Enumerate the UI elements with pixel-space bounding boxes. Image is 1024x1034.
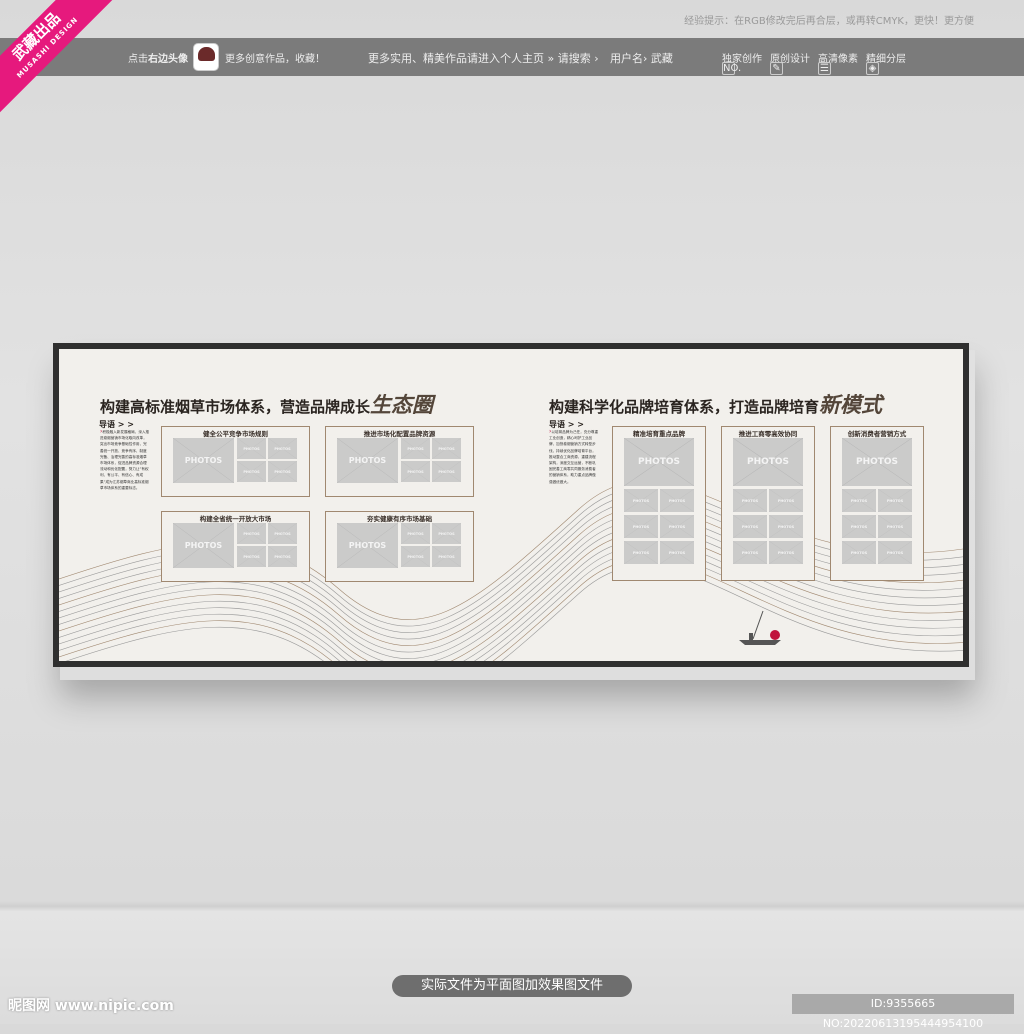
- display-board: 构建高标准烟草市场体系，营造品牌成长生态圈 导语 > > ›积极融入新发展格局，…: [53, 343, 969, 667]
- more-works-text: 更多创意作品，收藏！: [225, 54, 325, 65]
- photo-placeholder: PHOTOS: [624, 438, 694, 486]
- user-link[interactable]: 用户名› 武藏: [610, 50, 673, 66]
- photo-placeholder: PHOTOS: [660, 489, 694, 512]
- photo-placeholder: PHOTOS: [842, 438, 912, 486]
- photo-panel: 构建全省统一开放大市场 PHOTOS PHOTOS PHOTOS PHOTOS PHOTO…: [161, 511, 310, 582]
- right-title: 构建科学化品牌培育体系，打造品牌培育新模式: [549, 393, 883, 417]
- photo-placeholder: PHOTOS: [268, 523, 297, 544]
- photo-placeholder: PHOTOS: [733, 515, 767, 538]
- photo-placeholder: PHOTOS: [660, 541, 694, 564]
- photo-placeholder: PHOTOS: [337, 523, 398, 568]
- click-hint: 点击右边头像: [128, 54, 188, 65]
- layers-icon: ◈: [866, 62, 879, 75]
- photo-placeholder: PHOTOS: [842, 515, 876, 538]
- photo-panel: 夯实健康有序市场基础 PHOTOS PHOTOS PHOTOS PHOTOS PHOTOS: [325, 511, 474, 582]
- panel-title: 创新消费者营销方式: [841, 430, 913, 438]
- panel-title: 构建全省统一开放大市场: [193, 515, 278, 523]
- photo-placeholder: PHOTOS: [842, 489, 876, 512]
- photo-placeholder: PHOTOS: [401, 438, 430, 459]
- photo-placeholder: PHOTOS: [237, 461, 266, 482]
- photo-placeholder: PHOTOS: [173, 438, 234, 483]
- badge-0: NO. 独家创作: [722, 54, 762, 75]
- photo-placeholder: PHOTOS: [268, 546, 297, 567]
- badge-2: ☰ 高清像素: [818, 54, 858, 75]
- right-intro: ›以培育品牌为己任，充分尊重工业创造，精心呵护工业品牌，加快卷烟营销方式转型步伐…: [549, 428, 599, 484]
- top-banner: 点击右边头像 更多创意作品，收藏！ 更多实用、精美作品请进入个人主页 » 请搜索…: [0, 38, 1024, 76]
- photo-placeholder: PHOTOS: [624, 541, 658, 564]
- left-intro: ›积极融入新发展格局，深入推进卷烟营销市场化取向改革，突出市场竞争基础性作用，完…: [100, 428, 150, 490]
- site-logo: 昵图网 www.nipic.com: [8, 998, 174, 1014]
- id-box: ID:9355665 NO:20220613195444954100: [792, 994, 1014, 1030]
- photo-panel: 精准培育重点品牌 PHOTOS PHOTOS PHOTOS PHOTOS PHOTOS PH…: [612, 426, 706, 581]
- no-icon: NO.: [722, 62, 742, 75]
- photo-placeholder: PHOTOS: [237, 546, 266, 567]
- photo-placeholder: PHOTOS: [769, 489, 803, 512]
- photo-placeholder: PHOTOS: [268, 461, 297, 482]
- photo-placeholder: PHOTOS: [432, 523, 461, 544]
- photo-panel: 健全公平竞争市场规则 PHOTOS PHOTOS PHOTOS PHOTOS PHOTOS: [161, 426, 310, 497]
- photo-placeholder: PHOTOS: [769, 515, 803, 538]
- photo-placeholder: PHOTOS: [237, 523, 266, 544]
- panel-title: 精准培育重点品牌: [627, 430, 691, 438]
- photo-placeholder: PHOTOS: [878, 541, 912, 564]
- photo-placeholder: PHOTOS: [878, 489, 912, 512]
- list-icon: ☰: [818, 62, 831, 75]
- panel-title: 推进工商零高效协同: [732, 430, 804, 438]
- photo-placeholder: PHOTOS: [624, 489, 658, 512]
- panel-title: 夯实健康有序市场基础: [361, 515, 438, 523]
- left-title: 构建高标准烟草市场体系，营造品牌成长生态圈: [100, 393, 434, 417]
- avatar[interactable]: [193, 43, 219, 71]
- search-hint: 更多实用、精美作品请进入个人主页 » 请搜索 ›: [368, 52, 599, 65]
- pen-icon: ✎: [770, 62, 783, 75]
- photo-placeholder: PHOTOS: [268, 438, 297, 459]
- tip-text: 经验提示：在RGB修改完后再合层，或再转CMYK，更快！更方便: [684, 16, 974, 27]
- photo-placeholder: PHOTOS: [878, 515, 912, 538]
- note-pill: 实际文件为平面图加效果图文件: [392, 975, 632, 997]
- photo-placeholder: PHOTOS: [769, 541, 803, 564]
- photo-panel: 推进市场化配置品牌资源 PHOTOS PHOTOS PHOTOS PHOTOS PHOTO…: [325, 426, 474, 497]
- photo-placeholder: PHOTOS: [237, 438, 266, 459]
- photo-placeholder: PHOTOS: [337, 438, 398, 483]
- photo-panel: 推进工商零高效协同 PHOTOS PHOTOS PHOTOS PHOTOS PHOTOS P…: [721, 426, 815, 581]
- photo-placeholder: PHOTOS: [401, 546, 430, 567]
- boat-icon: [739, 610, 781, 645]
- badge-3: ◈ 精细分层: [866, 54, 906, 75]
- photo-placeholder: PHOTOS: [432, 461, 461, 482]
- photo-placeholder: PHOTOS: [401, 523, 430, 544]
- panel-title: 健全公平竞争市场规则: [197, 430, 274, 438]
- photo-placeholder: PHOTOS: [733, 489, 767, 512]
- panel-title: 推进市场化配置品牌资源: [357, 430, 442, 438]
- photo-placeholder: PHOTOS: [733, 438, 803, 486]
- badge-1: ✎ 原创设计: [770, 54, 810, 75]
- photo-placeholder: PHOTOS: [660, 515, 694, 538]
- photo-placeholder: PHOTOS: [401, 461, 430, 482]
- photo-placeholder: PHOTOS: [432, 546, 461, 567]
- photo-placeholder: PHOTOS: [842, 541, 876, 564]
- photo-placeholder: PHOTOS: [624, 515, 658, 538]
- badge-list: NO. 独家创作 ✎ 原创设计 ☰ 高清像素 ◈ 精细分层: [722, 50, 914, 75]
- photo-placeholder: PHOTOS: [733, 541, 767, 564]
- photo-placeholder: PHOTOS: [173, 523, 234, 568]
- photo-panel: 创新消费者营销方式 PHOTOS PHOTOS PHOTOS PHOTOS PHOTOS P…: [830, 426, 924, 581]
- photo-placeholder: PHOTOS: [432, 438, 461, 459]
